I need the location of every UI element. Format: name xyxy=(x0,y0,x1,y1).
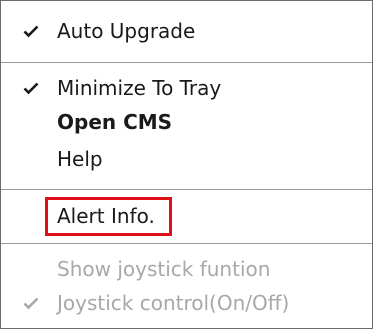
checkmark-icon xyxy=(20,286,42,320)
menu-item-label: Open CMS xyxy=(57,110,173,134)
menu-separator xyxy=(1,189,372,190)
context-menu: Auto Upgrade Minimize To Tray Open CMS H… xyxy=(0,0,373,329)
menu-item-label: Show joystick funtion xyxy=(57,257,271,281)
menu-item-label: Minimize To Tray xyxy=(57,76,222,100)
menu-item-label: Auto Upgrade xyxy=(57,19,196,43)
menu-item-open-cms[interactable]: Open CMS xyxy=(1,105,372,139)
menu-item-label: Joystick control(On/Off) xyxy=(57,291,290,315)
menu-item-joystick-control: Joystick control(On/Off) xyxy=(1,286,372,320)
menu-item-alert-info[interactable]: Alert Info. xyxy=(1,199,372,233)
menu-item-label: Help xyxy=(57,147,103,171)
menu-separator xyxy=(1,62,372,63)
menu-item-help[interactable]: Help xyxy=(1,142,372,176)
menu-separator xyxy=(1,243,372,244)
menu-item-minimize-to-tray[interactable]: Minimize To Tray xyxy=(1,71,372,105)
menu-item-auto-upgrade[interactable]: Auto Upgrade xyxy=(1,14,372,48)
menu-item-label: Alert Info. xyxy=(57,204,155,228)
menu-item-show-joystick-function: Show joystick funtion xyxy=(1,252,372,286)
checkmark-icon xyxy=(20,14,42,48)
checkmark-icon xyxy=(20,71,42,105)
